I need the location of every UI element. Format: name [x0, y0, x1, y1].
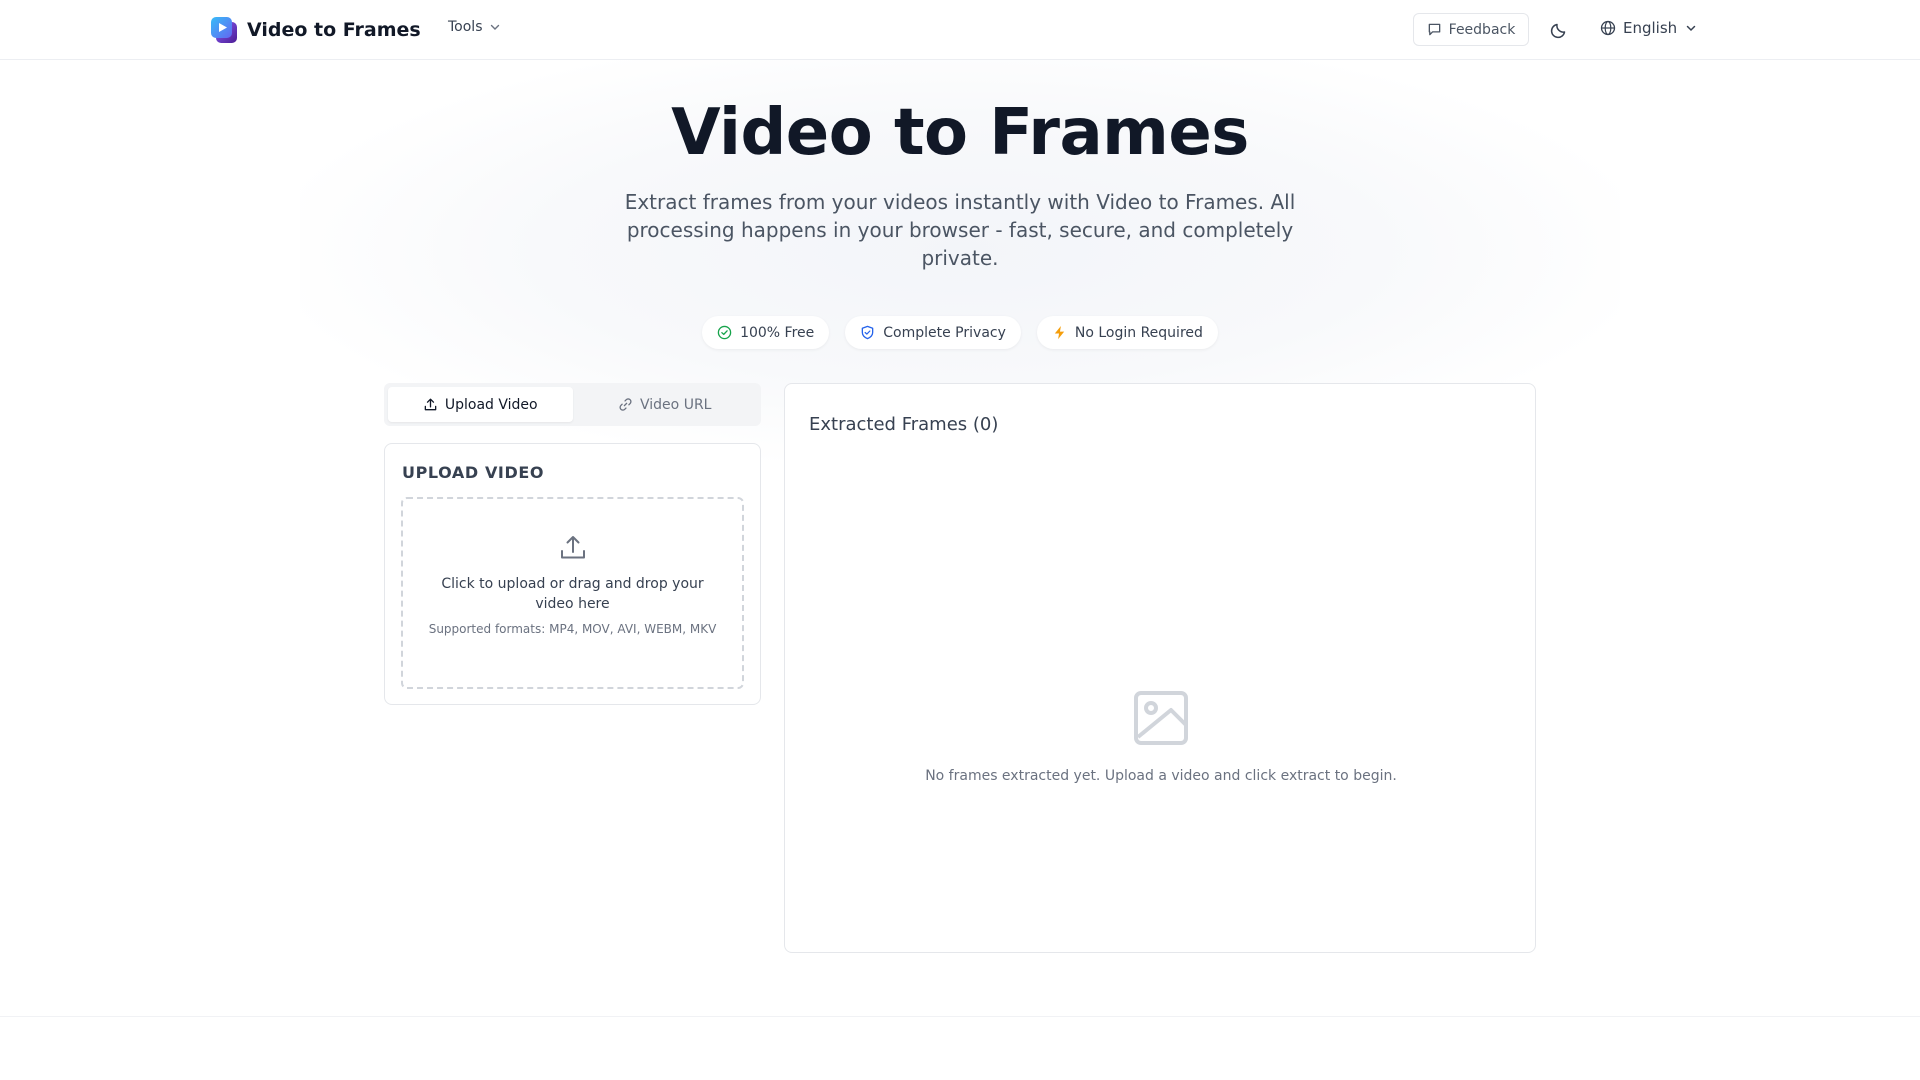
upload-heading: UPLOAD VIDEO: [402, 463, 545, 482]
feedback-button[interactable]: Feedback: [1413, 13, 1529, 46]
badge-label: Complete Privacy: [883, 324, 1006, 341]
frames-title: Extracted Frames (0): [809, 414, 999, 435]
image-placeholder-icon: [1133, 690, 1189, 750]
extracted-frames-panel: Extracted Frames (0) No frames extracted…: [784, 383, 1536, 953]
tab-label: Video URL: [640, 396, 712, 413]
tab-video-url[interactable]: Video URL: [573, 387, 758, 422]
supported-formats: Supported formats: MP4, MOV, AVI, WEBM, …: [428, 622, 717, 636]
shield-check-icon: [861, 325, 874, 340]
tools-label: Tools: [448, 19, 483, 35]
link-icon: [619, 398, 632, 411]
input-mode-tabs: Upload Video Video URL: [384, 383, 761, 426]
upload-card: UPLOAD VIDEO Click to upload or drag and…: [384, 443, 761, 705]
moon-icon: [1550, 23, 1566, 39]
check-circle-icon: [717, 325, 732, 340]
empty-state-text: No frames extracted yet. Upload a video …: [925, 768, 1397, 784]
language-label: English: [1623, 19, 1678, 37]
language-selector[interactable]: English: [1600, 19, 1697, 37]
badge-label: No Login Required: [1074, 324, 1203, 341]
app-logo-icon: [210, 16, 238, 44]
badge-label: 100% Free: [740, 324, 815, 341]
tab-label: Upload Video: [444, 396, 538, 413]
badge-free: 100% Free: [702, 316, 830, 349]
message-square-icon: [1428, 23, 1440, 36]
tools-menu-button[interactable]: Tools: [448, 19, 501, 35]
feedback-label: Feedback: [1448, 21, 1516, 38]
chevron-down-icon: [1686, 25, 1696, 32]
app-title: Video to Frames: [247, 19, 421, 41]
page-title: Video to Frames: [671, 96, 1249, 170]
upload-dropzone[interactable]: Click to upload or drag and drop your vi…: [401, 497, 744, 689]
theme-toggle-button[interactable]: [1547, 18, 1571, 42]
page-subtitle: Extract frames from your videos instantl…: [624, 190, 1296, 270]
upload-icon: [558, 532, 588, 566]
upload-icon: [424, 398, 437, 411]
footer-divider: [0, 1016, 1920, 1017]
upload-prompt: Click to upload or drag and drop your vi…: [441, 576, 704, 612]
top-navbar: Video to Frames Tools Feedback English: [0, 0, 1920, 60]
tab-upload-video[interactable]: Upload Video: [388, 387, 573, 422]
badge-privacy: Complete Privacy: [845, 316, 1021, 349]
feature-badges: 100% Free Complete Privacy No Login Requ…: [0, 316, 1920, 349]
lightning-icon: [1054, 325, 1065, 340]
badge-no-login: No Login Required: [1036, 316, 1218, 349]
chevron-down-icon: [490, 24, 499, 30]
globe-icon: [1600, 20, 1616, 36]
brand-link[interactable]: Video to Frames: [210, 16, 421, 44]
